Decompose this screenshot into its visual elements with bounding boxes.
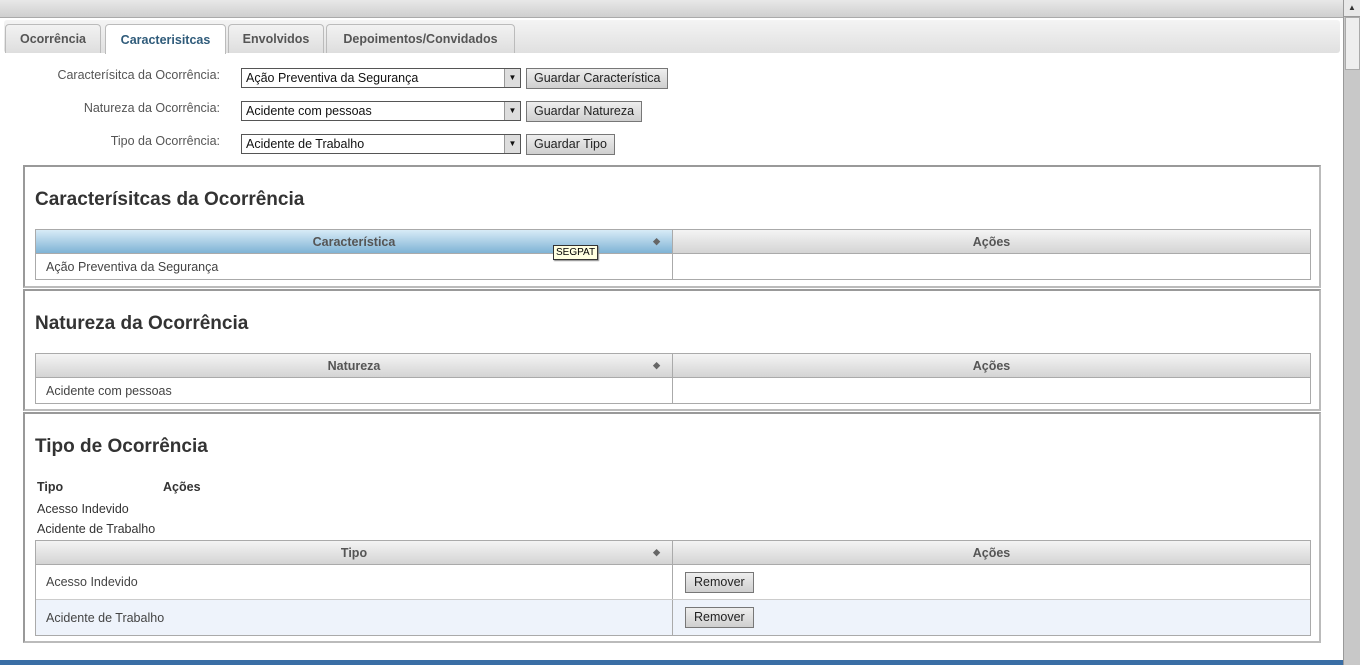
natureza-label: Natureza da Ocorrência: [83,101,220,115]
tooltip: SEGPAT [553,245,599,260]
column-header-acoes: Ações [972,358,1011,373]
scroll-up-icon[interactable]: ▲ [1344,0,1360,17]
chevron-down-icon[interactable]: ▼ [504,135,520,153]
tab-ocorrencia[interactable]: Ocorrência [5,24,101,53]
sort-icon[interactable]: ◆ [653,360,660,371]
caracteristica-select[interactable]: Ação Preventiva da Segurança ▼ [241,68,521,88]
taskbar-edge [0,660,1343,665]
sort-icon[interactable]: ◆ [653,236,660,247]
table-row: Acidente de Trabalho Remover [36,600,1310,635]
scrollbar-thumb[interactable] [1345,17,1360,70]
caracteristica-value: Ação Preventiva da Segurança [246,71,419,85]
table-row: Acidente com pessoas [36,378,1310,403]
panel-title: Natureza da Ocorrência [35,313,249,334]
caracteristica-label: Caracterísitca da Ocorrência: [57,68,220,82]
guardar-tipo-button[interactable]: Guardar Tipo [526,134,615,155]
natureza-value: Acidente com pessoas [246,104,372,118]
tab-caracteristicas[interactable]: Caracterisitcas [105,24,226,54]
column-header-natureza[interactable]: Natureza ◆ [36,354,673,377]
panel-title: Tipo de Ocorrência [35,436,208,457]
sort-icon[interactable]: ◆ [653,547,660,558]
column-header-tipo[interactable]: Tipo ◆ [36,541,673,564]
panel-title: Caracterísitcas da Ocorrência [35,189,305,210]
tab-envolvidos[interactable]: Envolvidos [228,24,324,53]
natureza-panel: Natureza da Ocorrência Natureza ◆ Ações Ac… [23,289,1321,411]
table-row: Ação Preventiva da Segurança [36,254,1310,279]
tipo-select[interactable]: Acidente de Trabalho ▼ [241,134,521,154]
natureza-table: Natureza ◆ Ações Acidente com pessoas [35,353,1311,404]
guardar-caracteristica-button[interactable]: Guardar Característica [526,68,669,89]
caracteristicas-panel: Caracterísitcas da Ocorrência Caracterís… [23,165,1321,288]
tab-depoimentos[interactable]: Depoimentos/Convidados [326,24,515,53]
tipo-label: Tipo da Ocorrência: [110,134,220,148]
chevron-down-icon[interactable]: ▼ [504,102,520,120]
vertical-scrollbar[interactable]: ▲ [1343,0,1360,665]
caracteristicas-table: Característica ◆ Ações Ação Preventiva da … [35,229,1311,280]
plain-row: Acidente de Trabalho [37,522,156,536]
plain-row: Acesso Indevido [37,502,129,516]
plain-header-tipo: Tipo [37,480,64,494]
natureza-select[interactable]: Acidente com pessoas ▼ [241,101,521,121]
chevron-down-icon[interactable]: ▼ [504,69,520,87]
plain-header-acoes: Ações [163,480,201,494]
menu-bar [0,0,1343,18]
table-row: Acesso Indevido Remover [36,565,1310,600]
tipo-value: Acidente de Trabalho [246,137,365,151]
column-header-acoes: Ações [972,234,1011,249]
tipo-panel: Tipo de Ocorrência Tipo Ações Acesso Ind… [23,412,1321,643]
tab-bar: Ocorrência Caracterisitcas Envolvidos De… [4,20,1340,54]
remover-button[interactable]: Remover [685,571,754,593]
column-header-acoes: Ações [972,545,1011,560]
remover-button[interactable]: Remover [685,607,754,628]
tipo-table: Tipo ◆ Ações Acesso Indevido Remover Aciden… [35,540,1311,636]
guardar-natureza-button[interactable]: Guardar Natureza [526,101,643,122]
